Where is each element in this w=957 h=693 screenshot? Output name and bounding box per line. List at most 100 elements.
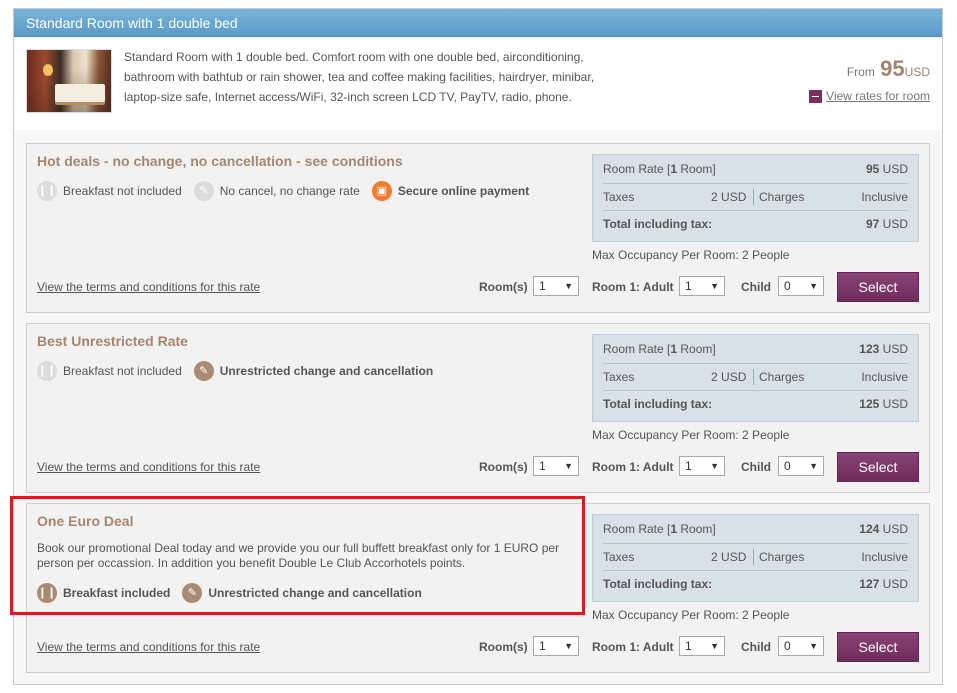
taxes-value: 2 USD [711, 190, 747, 204]
rate-price-table: Room Rate [1 Room] 123 USD Taxes 2 USD C… [592, 334, 919, 422]
change-cancel-icon: ✎ [193, 361, 214, 381]
feature-breakfast: ❙❙ Breakfast not included [37, 361, 182, 381]
child-label: Child [741, 460, 771, 474]
adult-select[interactable]: 1 ▼ [679, 456, 725, 476]
rooms-select[interactable]: 1 ▼ [533, 636, 579, 656]
max-occupancy: Max Occupancy Per Room: 2 People [592, 608, 790, 622]
charges-value: Inclusive [861, 190, 908, 204]
feature-text: Secure online payment [397, 184, 530, 198]
room-photo-lamp [43, 64, 53, 76]
chevron-down-icon: ▼ [809, 641, 818, 651]
total-row: Total including tax: 125 USD [603, 390, 908, 416]
max-occupancy: Max Occupancy Per Room: 2 People [592, 248, 790, 262]
feature-text: No cancel, no change rate [219, 184, 360, 198]
no-change-icon: ✎ [193, 181, 214, 201]
chevron-down-icon: ▼ [564, 461, 573, 471]
child-select[interactable]: 0 ▼ [778, 636, 824, 656]
taxes-row: Taxes 2 USD Charges Inclusive [603, 183, 908, 209]
taxes-label: Taxes [603, 370, 635, 384]
chevron-down-icon: ▼ [710, 641, 719, 651]
from-price-currency: USD [904, 65, 930, 79]
terms-link[interactable]: View the terms and conditions for this r… [37, 280, 260, 294]
max-occupancy: Max Occupancy Per Room: 2 People [592, 428, 790, 442]
feature-breakfast: ❙❙ Breakfast not included [37, 181, 182, 201]
adult-label: Room 1: Adult [592, 460, 674, 474]
adult-select[interactable]: 1 ▼ [679, 276, 725, 296]
fork-knife-icon: ❙❙ [37, 361, 57, 381]
divider [753, 189, 754, 205]
rate-features: ❙❙ Breakfast not included ✎ No cancel, n… [37, 181, 541, 201]
taxes-row: Taxes 2 USD Charges Inclusive [603, 543, 908, 569]
room-rate-value: 95 USD [865, 162, 908, 176]
select-button[interactable]: Select [837, 452, 919, 482]
rooms-label: Room(s) [479, 640, 528, 654]
feature-text: Breakfast not included [63, 364, 182, 378]
lock-icon: ▣ [371, 181, 392, 201]
chevron-down-icon: ▼ [564, 641, 573, 651]
view-rates-link[interactable]: View rates for room [809, 89, 930, 103]
adult-label: Room 1: Adult [592, 280, 674, 294]
room-rate-row: Room Rate [1 Room] 95 USD [603, 156, 908, 182]
child-select[interactable]: 0 ▼ [778, 276, 824, 296]
fork-knife-icon: ❙❙ [37, 181, 57, 201]
room-rate-value: 123 USD [859, 342, 908, 356]
room-rate-row: Room Rate [1 Room] 123 USD [603, 336, 908, 362]
total-label: Total including tax: [603, 217, 713, 231]
room-rate-label: Room Rate [1 Room] [603, 162, 716, 176]
charges-label: Charges [759, 190, 805, 204]
rooms-label: Room(s) [479, 280, 528, 294]
adult-select[interactable]: 1 ▼ [679, 636, 725, 656]
charges-label: Charges [759, 550, 805, 564]
rate-title: Best Unrestricted Rate [37, 333, 188, 349]
charges-value: Inclusive [861, 370, 908, 384]
taxes-value: 2 USD [711, 370, 747, 384]
total-label: Total including tax: [603, 397, 713, 411]
collapse-minus-icon[interactable] [809, 89, 823, 103]
from-price: From 95USD [847, 56, 930, 82]
view-rates-label[interactable]: View rates for room [826, 89, 930, 103]
highlight-annotation-box [10, 496, 585, 615]
room-title: Standard Room with 1 double bed [14, 9, 942, 37]
room-summary: Standard Room with 1 double bed. Comfort… [14, 38, 942, 130]
chevron-down-icon: ▼ [564, 281, 573, 291]
room-photo-bed [55, 84, 105, 102]
feature-text: Unrestricted change and cancellation [219, 364, 434, 378]
rate-features: ❙❙ Breakfast not included ✎ Unrestricted… [37, 361, 445, 381]
from-label: From [846, 65, 875, 79]
taxes-label: Taxes [603, 190, 635, 204]
adult-label: Room 1: Adult [592, 640, 674, 654]
room-description: Standard Room with 1 double bed. Comfort… [124, 50, 595, 104]
chevron-down-icon: ▼ [809, 461, 818, 471]
select-button[interactable]: Select [837, 632, 919, 662]
feature-secure-payment: ▣ Secure online payment [371, 181, 530, 201]
terms-link[interactable]: View the terms and conditions for this r… [37, 460, 260, 474]
child-select[interactable]: 0 ▼ [778, 456, 824, 476]
rate-price-table: Room Rate [1 Room] 124 USD Taxes 2 USD C… [592, 514, 919, 602]
total-value: 97 USD [865, 217, 908, 231]
total-row: Total including tax: 97 USD [603, 210, 908, 236]
terms-link[interactable]: View the terms and conditions for this r… [37, 640, 260, 654]
select-button[interactable]: Select [837, 272, 919, 302]
rate-title: Hot deals - no change, no cancellation -… [37, 153, 403, 169]
room-photo [26, 49, 112, 113]
charges-value: Inclusive [861, 550, 908, 564]
rate-block-best-unrestricted: Best Unrestricted Rate ❙❙ Breakfast not … [26, 323, 930, 493]
child-label: Child [741, 280, 771, 294]
total-label: Total including tax: [603, 577, 713, 591]
rooms-select[interactable]: 1 ▼ [533, 456, 579, 476]
room-rate-row: Room Rate [1 Room] 124 USD [603, 516, 908, 542]
divider [753, 369, 754, 385]
feature-text: Breakfast not included [63, 184, 182, 198]
total-value: 125 USD [859, 397, 908, 411]
room-rate-label: Room Rate [1 Room] [603, 522, 716, 536]
child-label: Child [741, 640, 771, 654]
rooms-label: Room(s) [479, 460, 528, 474]
feature-change-cancel: ✎ Unrestricted change and cancellation [193, 361, 434, 381]
room-rate-value: 124 USD [859, 522, 908, 536]
total-value: 127 USD [859, 577, 908, 591]
taxes-value: 2 USD [711, 550, 747, 564]
room-rate-label: Room Rate [1 Room] [603, 342, 716, 356]
divider [753, 549, 754, 565]
feature-no-change: ✎ No cancel, no change rate [193, 181, 360, 201]
rooms-select[interactable]: 1 ▼ [533, 276, 579, 296]
